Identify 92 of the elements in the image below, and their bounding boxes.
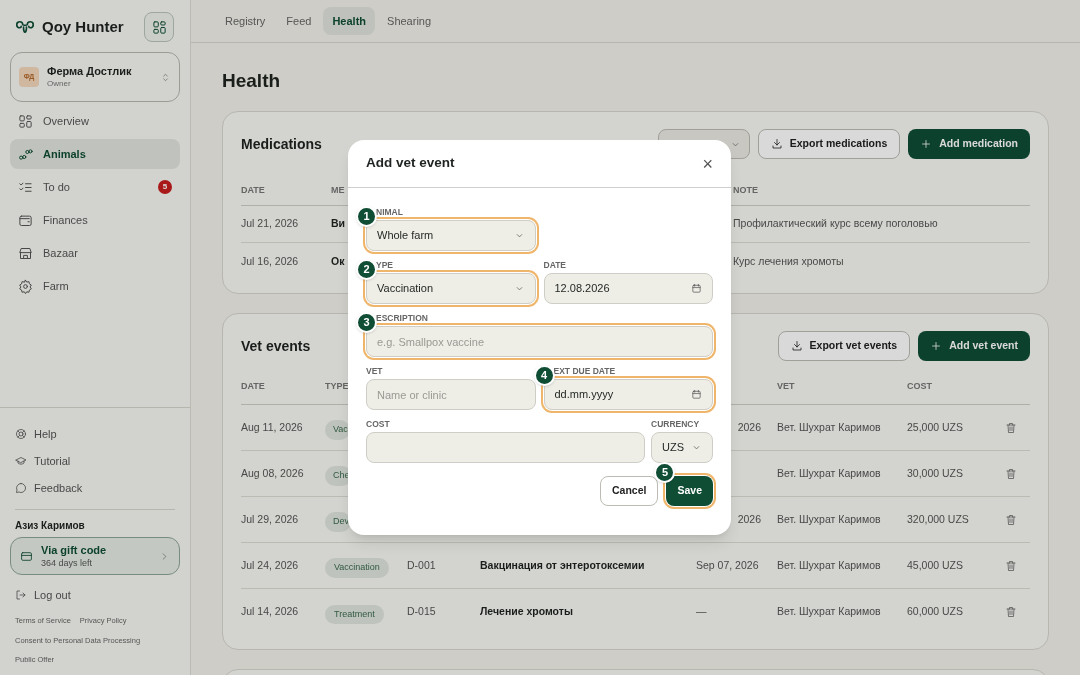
user-name: Азиз Каримов xyxy=(15,519,86,534)
input-field[interactable]: Name or clinic xyxy=(366,379,536,410)
field-label: EXT DUE DATE xyxy=(552,365,617,376)
nav-item[interactable]: Farm xyxy=(10,271,180,301)
date-field[interactable]: 12.08.2026 xyxy=(543,273,713,304)
table-cell-text: Aug 08, 2026 xyxy=(241,465,305,481)
log-out-link[interactable]: Log out xyxy=(15,585,175,606)
column-header: NOTE xyxy=(733,183,758,197)
table-cell-text: 2026 xyxy=(737,511,761,527)
table-cell-text: Jul 21, 2026 xyxy=(241,216,300,232)
field-label: ESCRIPTION xyxy=(375,312,429,323)
field-label: YPE xyxy=(375,259,394,270)
tab[interactable]: Health xyxy=(323,7,376,35)
table-cell: Ви xyxy=(331,216,346,232)
table-cell-text: Вет. Шухрат Каримов xyxy=(777,419,882,435)
save-button[interactable]: Save xyxy=(666,476,713,506)
column-header: DATE xyxy=(241,183,265,197)
tab[interactable]: Shearing xyxy=(378,7,441,35)
farm-role: Owner xyxy=(47,78,72,89)
add-button[interactable]: Add medication xyxy=(908,129,1030,159)
table-cell: — xyxy=(696,604,707,620)
export-button[interactable]: Export medications xyxy=(757,129,901,159)
help-link[interactable]: Tutorial xyxy=(15,447,175,475)
nav-item[interactable]: To do 5 xyxy=(10,172,180,202)
column-header: COST xyxy=(907,380,933,394)
date-field[interactable]: dd.mm.yyyy xyxy=(543,379,713,410)
column-header: VET xyxy=(777,380,796,394)
tab[interactable]: Feed xyxy=(277,7,321,35)
nav-item[interactable]: Finances xyxy=(10,205,180,235)
field-label: DATE xyxy=(543,259,567,270)
column-header: DATE xyxy=(241,380,266,394)
table-cell-text: Лечение хромоты xyxy=(480,604,574,620)
export-button[interactable]: Export vet events xyxy=(777,331,911,361)
table-cell-text: Вет. Шухрат Каримов xyxy=(777,511,882,527)
nav-item[interactable]: Bazaar xyxy=(10,238,180,268)
type-tag: Treatment xyxy=(325,604,384,625)
add-button[interactable]: Add vet event xyxy=(918,331,1030,361)
table-cell-text: 45,000 UZS xyxy=(907,557,965,573)
table-cell-text: 30,000 UZS xyxy=(907,465,965,481)
table-cell-text: 60,000 UZS xyxy=(907,604,965,620)
tab[interactable]: Registry xyxy=(216,7,275,35)
table-cell-text: Jul 16, 2026 xyxy=(241,253,300,269)
page-title: Health xyxy=(222,69,282,93)
select-field[interactable]: UZS xyxy=(651,432,713,463)
help-link[interactable]: Feedback xyxy=(15,474,175,502)
type-tag: Vaccination xyxy=(325,558,389,578)
section-title: Vet events xyxy=(241,336,311,356)
plan-days-left: 364 days left xyxy=(41,557,94,569)
step-badge: 1 xyxy=(356,206,377,227)
field-label: VET xyxy=(366,365,384,376)
table-cell-text: Вет. Шухрат Каримов xyxy=(777,557,882,573)
nav-item[interactable]: Animals xyxy=(10,139,180,169)
table-cell-text: Jul 24, 2026 xyxy=(241,557,300,573)
table-cell-text: Jul 14, 2026 xyxy=(241,604,300,620)
plan-title: Via gift code xyxy=(41,543,108,558)
table-cell-text: Вет. Шухрат Каримов xyxy=(777,604,882,620)
field-label: NIMAL xyxy=(375,206,404,217)
close-button[interactable]: × xyxy=(702,154,713,173)
nav-item[interactable]: Overview xyxy=(10,106,180,136)
step-badge: 2 xyxy=(356,259,377,280)
brand-name: Qoy Hunter xyxy=(42,16,124,37)
type-tag: Dev xyxy=(325,512,351,532)
field-label: COST xyxy=(366,418,391,429)
count-badge: 5 xyxy=(158,180,172,194)
type-tag: Vac xyxy=(325,420,350,440)
plan-card[interactable]: Via gift code 364 days left xyxy=(10,537,180,576)
table-cell-text: Вет. Шухрат Каримов xyxy=(777,465,882,481)
table-cell-text: D-015 xyxy=(407,604,437,620)
table-cell-text: Jul 29, 2026 xyxy=(241,511,300,527)
dialog-title: Add vet event xyxy=(366,154,455,173)
table-cell-text: 2026 xyxy=(737,419,761,435)
cancel-button[interactable]: Cancel xyxy=(600,476,659,506)
table-cell-text: Вакцинация от энтеротоксемии xyxy=(480,557,646,573)
select-field[interactable]: Whole farm xyxy=(366,220,536,251)
help-link[interactable]: Help xyxy=(15,420,175,448)
farm-name: Ферма Достлик xyxy=(47,65,133,79)
column-header: МЕ xyxy=(331,183,345,197)
table-cell-text: D-001 xyxy=(407,557,437,573)
column-header: TYPE xyxy=(325,380,350,394)
field-label: CURRENCY xyxy=(651,418,701,429)
table-cell-text: Ок xyxy=(331,253,345,269)
section-title: Medications xyxy=(241,134,322,154)
input-field[interactable]: e.g. Smallpox vaccine xyxy=(366,326,713,357)
table-cell-text: Sep 07, 2026 xyxy=(696,557,759,573)
step-badge: 3 xyxy=(356,312,377,333)
table-cell: Профилактический курс всему поголовью xyxy=(733,216,938,232)
table-cell-text: Курс лечения хромоты xyxy=(733,253,844,269)
step-badge: 4 xyxy=(533,365,555,386)
table-cell-text: Aug 11, 2026 xyxy=(241,419,304,435)
table-cell-text: 320,000 UZS xyxy=(907,511,970,527)
table-cell-text: 25,000 UZS xyxy=(907,419,965,435)
select-field[interactable]: Vaccination xyxy=(366,273,536,304)
